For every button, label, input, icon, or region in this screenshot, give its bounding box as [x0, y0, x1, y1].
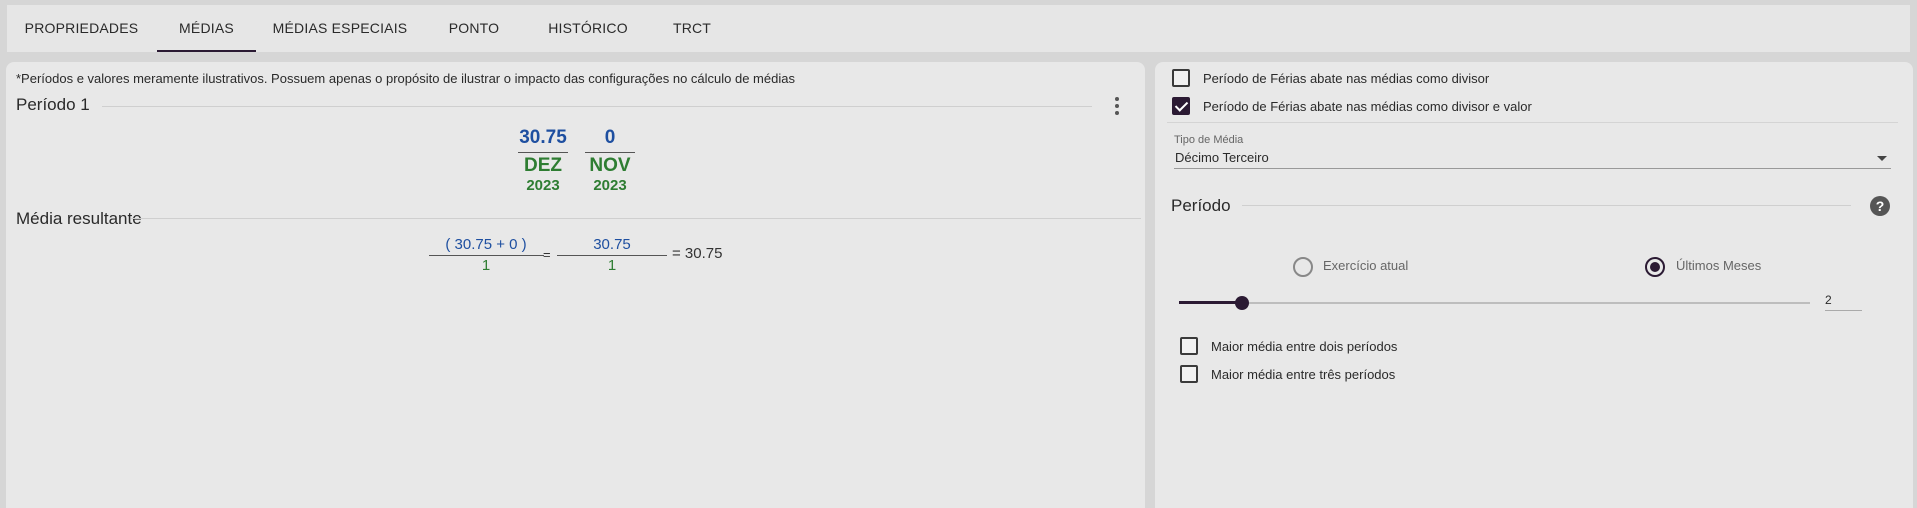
month-year: 2023 [526, 177, 560, 194]
months-input[interactable]: 2 [1825, 293, 1862, 311]
result-title: Média resultante [16, 209, 142, 228]
month-label: NOV 2023 [584, 155, 636, 194]
checkbox-ferias-divisor[interactable] [1172, 69, 1190, 87]
slider-thumb[interactable] [1235, 296, 1250, 310]
checkbox-ferias-divisor-valor[interactable] [1172, 97, 1190, 115]
fraction-bar [557, 255, 667, 256]
divider [102, 106, 1092, 107]
radio-ultimos-meses[interactable] [1645, 257, 1665, 277]
more-vert-icon[interactable] [1115, 97, 1119, 118]
month-column: 30.75 [517, 127, 569, 149]
month-label: DEZ 2023 [517, 155, 569, 194]
month-value: 30.75 [519, 127, 567, 148]
month-column: 0 [584, 127, 636, 149]
checkbox-label: Maior média entre três períodos [1211, 367, 1396, 382]
dropdown-arrow-icon[interactable] [1877, 156, 1887, 161]
month-underline [518, 152, 568, 153]
month-underline [585, 152, 635, 153]
tab-medias[interactable]: MÉDIAS [157, 5, 256, 52]
help-icon[interactable]: ? [1870, 196, 1890, 216]
formula-denominator: 1 [481, 257, 491, 274]
checkbox-label: Período de Férias abate nas médias como … [1203, 71, 1490, 86]
month-name: DEZ [524, 155, 562, 176]
divider [1242, 205, 1851, 206]
settings-panel: Período de Férias abate nas médias como … [1155, 62, 1913, 508]
tipo-media-select[interactable]: Décimo Terceiro [1175, 150, 1269, 165]
tab-medias-especiais[interactable]: MÉDIAS ESPECIAIS [265, 5, 415, 52]
tab-propriedades[interactable]: PROPRIEDADES [7, 5, 156, 52]
radio-label: Exercício atual [1323, 258, 1409, 273]
radio-exercicio-atual[interactable] [1293, 257, 1313, 277]
equals-sign: = [543, 247, 551, 262]
checkbox-maior-media-tres[interactable] [1180, 365, 1198, 383]
tab-ponto[interactable]: PONTO [427, 5, 521, 52]
tab-historico[interactable]: HISTÓRICO [534, 5, 642, 52]
formula-result: = 30.75 [672, 245, 723, 262]
formula-numerator: 30.75 [593, 236, 631, 253]
tab-trct[interactable]: TRCT [652, 5, 732, 52]
divider [131, 218, 1141, 219]
disclaimer-note: *Períodos e valores meramente ilustrativ… [16, 71, 795, 86]
month-year: 2023 [593, 177, 627, 194]
checkbox-maior-media-dois[interactable] [1180, 337, 1198, 355]
period-title: Período [1171, 196, 1231, 215]
tipo-media-label: Tipo de Média [1174, 134, 1244, 146]
tab-bar: PROPRIEDADES MÉDIAS MÉDIAS ESPECIAIS PON… [7, 5, 1910, 52]
slider-track[interactable] [1179, 302, 1810, 304]
slider-fill [1179, 301, 1243, 304]
select-underline [1174, 168, 1891, 169]
month-value: 0 [604, 127, 616, 148]
preview-panel: *Períodos e valores meramente ilustrativ… [6, 62, 1145, 508]
formula-numerator: ( 30.75 + 0 ) [445, 236, 527, 253]
fraction-bar [429, 255, 544, 256]
checkbox-label: Maior média entre dois períodos [1211, 339, 1398, 354]
formula-denominator: 1 [607, 257, 617, 274]
month-name: NOV [589, 155, 631, 176]
radio-label: Últimos Meses [1676, 258, 1762, 273]
divider [1167, 122, 1898, 123]
period-title: Período 1 [16, 95, 90, 114]
checkbox-label: Período de Férias abate nas médias como … [1203, 99, 1532, 114]
